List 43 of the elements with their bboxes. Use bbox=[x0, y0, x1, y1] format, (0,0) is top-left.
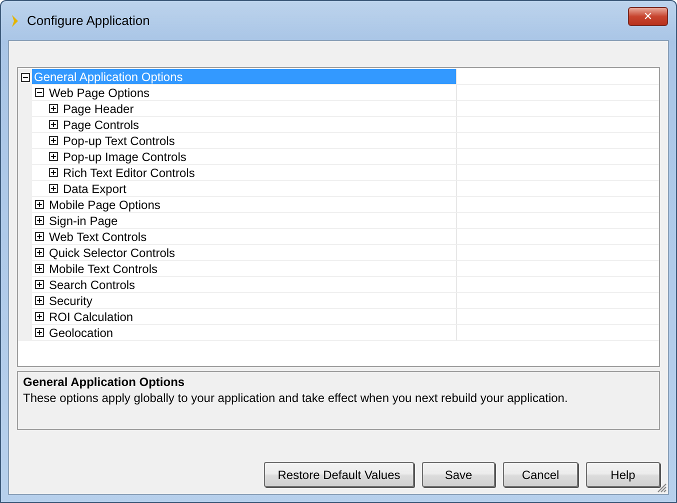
tree-row[interactable]: Mobile Page Options bbox=[32, 197, 457, 213]
dialog-button[interactable]: Cancel bbox=[503, 462, 578, 487]
expand-icon[interactable] bbox=[35, 248, 44, 257]
resize-grip-icon[interactable] bbox=[656, 482, 667, 493]
dialog-button[interactable]: Help bbox=[586, 462, 660, 487]
expand-icon[interactable] bbox=[49, 104, 58, 113]
tree-row[interactable]: Pop-up Image Controls bbox=[32, 149, 457, 165]
close-button[interactable]: ✕ bbox=[628, 7, 668, 26]
dialog-button[interactable]: Save bbox=[422, 462, 495, 487]
app-icon bbox=[11, 14, 19, 28]
tree-row[interactable]: Search Controls bbox=[32, 277, 457, 293]
description-title: General Application Options bbox=[23, 375, 186, 389]
expand-icon[interactable] bbox=[49, 152, 58, 161]
tree-row[interactable]: Pop-up Text Controls bbox=[32, 133, 457, 149]
expand-icon[interactable] bbox=[35, 312, 44, 321]
expand-icon[interactable] bbox=[49, 120, 58, 129]
tree-row[interactable]: Geolocation bbox=[32, 325, 457, 341]
tree-row[interactable]: Web Page Options bbox=[32, 85, 457, 101]
tree-row[interactable]: Page Header bbox=[32, 101, 457, 117]
tree-row[interactable]: Security bbox=[32, 293, 457, 309]
window-title: Configure Application bbox=[27, 13, 151, 28]
expand-icon[interactable] bbox=[35, 280, 44, 289]
expand-icon[interactable] bbox=[49, 168, 58, 177]
expand-icon[interactable] bbox=[35, 232, 44, 241]
expand-icon[interactable] bbox=[35, 296, 44, 305]
collapse-icon[interactable] bbox=[35, 88, 44, 97]
tree-row[interactable]: Web Text Controls bbox=[32, 229, 457, 245]
collapse-icon[interactable] bbox=[20, 72, 30, 82]
dialog-button[interactable]: Restore Default Values bbox=[264, 462, 414, 487]
expand-icon[interactable] bbox=[49, 136, 58, 145]
description-text: These options apply globally to your application and take effect when you next rebuild your application. bbox=[23, 391, 569, 405]
expand-icon[interactable] bbox=[35, 328, 44, 337]
tree-row[interactable]: Data Export bbox=[32, 181, 457, 197]
tree-row[interactable]: ROI Calculation bbox=[32, 309, 457, 325]
tree-row[interactable]: Rich Text Editor Controls bbox=[32, 165, 457, 181]
expand-icon[interactable] bbox=[35, 216, 44, 225]
expand-icon[interactable] bbox=[49, 184, 58, 193]
tree-row[interactable]: Mobile Text Controls bbox=[32, 261, 457, 277]
tree-row[interactable]: Quick Selector Controls bbox=[32, 245, 457, 261]
tree-row[interactable]: Page Controls bbox=[32, 117, 457, 133]
expand-icon[interactable] bbox=[35, 200, 44, 209]
expand-icon[interactable] bbox=[35, 264, 44, 273]
tree-row[interactable]: Sign-in Page bbox=[32, 213, 457, 229]
